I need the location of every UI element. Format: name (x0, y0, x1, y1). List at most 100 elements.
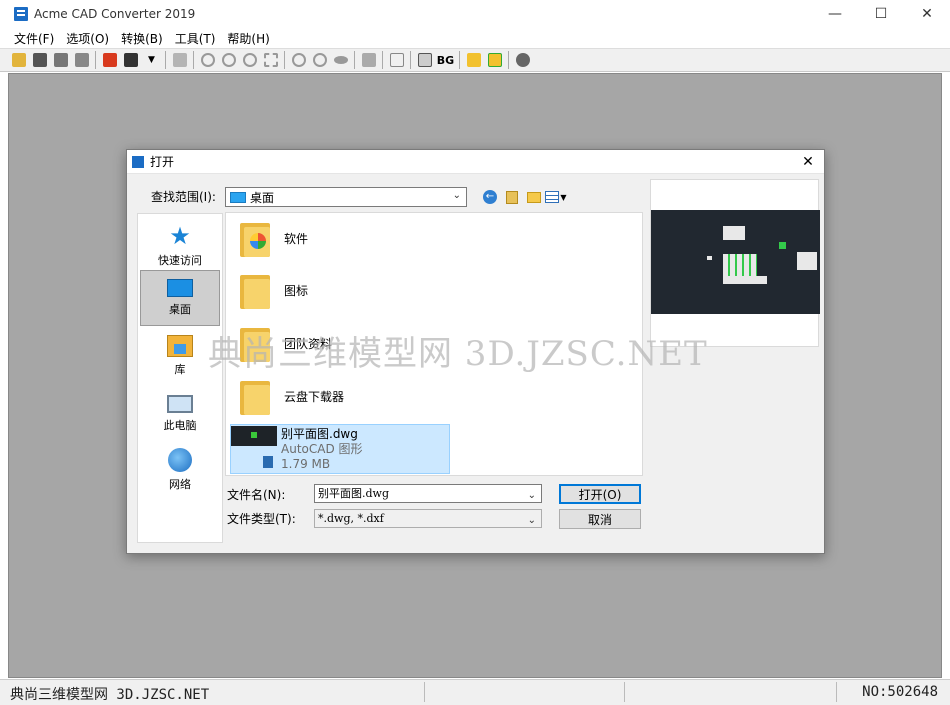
list-item[interactable]: 图标 (232, 265, 450, 315)
chevron-down-icon: ⌄ (527, 515, 536, 526)
file-name: 别平面图.dwg (281, 426, 358, 441)
convert-button[interactable] (99, 50, 120, 70)
info-icon (515, 53, 530, 67)
chevron-down-icon: ▼ (148, 55, 155, 65)
place-network[interactable]: 网络 (140, 442, 220, 498)
dialog-title: 打开 (150, 155, 175, 169)
window-title: Acme CAD Converter 2019 (34, 7, 196, 21)
batch-convert-button[interactable] (120, 50, 141, 70)
zoom-window-button[interactable] (260, 50, 281, 70)
minimize-button[interactable]: — (812, 0, 858, 28)
view-menu-button[interactable]: ▼ (545, 188, 567, 206)
file-name: 软件 (284, 231, 309, 246)
up-folder-button[interactable] (501, 188, 523, 206)
file-type-select[interactable]: *.dwg, *.dxf ⌄ (314, 509, 542, 528)
batch-convert-icon (123, 53, 138, 67)
chevron-down-icon: ⌄ (527, 490, 536, 501)
preview-shape (723, 254, 757, 276)
toolbar-divider (410, 51, 411, 69)
file-name-input[interactable]: 别平面图.dwg ⌄ (314, 484, 542, 503)
place-quick-access[interactable]: ★ 快速访问 (140, 218, 220, 274)
hand-icon (361, 53, 376, 67)
file-type: AutoCAD 图形 (281, 441, 363, 456)
chevron-down-icon: ⌄ (452, 190, 461, 201)
back-arrow-icon: ← (483, 190, 497, 204)
zoom-out-button[interactable] (239, 50, 260, 70)
warning-icon (466, 53, 481, 67)
file-name-value: 别平面图.dwg (318, 487, 389, 500)
chevron-down-icon: ▼ (560, 192, 567, 202)
maximize-button[interactable]: ☐ (858, 0, 904, 28)
list-item[interactable]: 云盘下载器 (232, 371, 450, 421)
cancel-button[interactable]: 取消 (559, 509, 641, 529)
close-button[interactable]: ✕ (904, 0, 950, 28)
drawing-preview (650, 179, 820, 347)
print-icon (172, 53, 187, 67)
list-item-selected[interactable]: 别平面图.dwg AutoCAD 图形 1.79 MB (230, 424, 450, 474)
eye-icon (333, 56, 348, 64)
pan-hand-button[interactable] (358, 50, 379, 70)
batch-button[interactable] (71, 50, 92, 70)
preview-shape (797, 252, 817, 270)
preview-shape (723, 226, 745, 240)
black-white-button[interactable] (414, 50, 435, 70)
status-bar: 典尚三维模型网 3D.JZSC.NET NO:502648 (0, 679, 950, 705)
view-menu-icon (545, 191, 560, 203)
layers-button[interactable] (386, 50, 407, 70)
places-bar: ★ 快速访问 桌面 库 此电脑 网络 (137, 213, 223, 543)
new-folder-button[interactable] (523, 188, 545, 206)
save-all-button[interactable] (50, 50, 71, 70)
network-icon (168, 448, 192, 472)
save-all-icon (53, 53, 68, 67)
dialog-close-button[interactable]: ✕ (798, 152, 818, 172)
library-icon (167, 335, 193, 357)
app-icon (14, 7, 28, 21)
open-button[interactable]: 打开(O) (559, 484, 641, 504)
open-folder-icon (11, 53, 26, 67)
pan-button[interactable] (330, 50, 351, 70)
list-item[interactable]: 软件 (232, 213, 450, 263)
batch-icon (74, 53, 89, 67)
warning-button[interactable] (463, 50, 484, 70)
status-text-right: NO:502648 (862, 684, 938, 700)
background-button[interactable]: BG (435, 50, 456, 70)
place-label: 桌面 (169, 303, 191, 316)
status-divider (836, 682, 837, 702)
zoom-extents-icon (291, 53, 306, 67)
back-button[interactable]: ← (479, 188, 501, 206)
look-in-label: 查找范围(I): (151, 190, 216, 204)
toolbar-divider (193, 51, 194, 69)
dialog-app-icon (132, 155, 144, 168)
zoom-extents-button[interactable] (288, 50, 309, 70)
zoom-in-button[interactable] (218, 50, 239, 70)
zoom-window-icon (263, 53, 278, 67)
open-file-button[interactable] (8, 50, 29, 70)
bg-label: BG (436, 53, 455, 67)
dwg-file-icon (231, 426, 277, 472)
place-desktop[interactable]: 桌面 (140, 270, 220, 326)
menu-options[interactable]: 选项(O) (60, 30, 115, 47)
about-button[interactable] (512, 50, 533, 70)
print-button[interactable] (169, 50, 190, 70)
dialog-nav-buttons: ← ▼ (479, 188, 567, 206)
folder-icon (240, 271, 270, 309)
desktop-icon (167, 279, 193, 297)
menu-convert[interactable]: 转换(B) (115, 30, 169, 47)
home-button[interactable] (484, 50, 505, 70)
menu-file[interactable]: 文件(F) (8, 30, 60, 47)
zoom-realtime-button[interactable] (309, 50, 330, 70)
look-in-select[interactable]: 桌面 ⌄ (225, 187, 467, 207)
file-type-label: 文件类型(T): (227, 512, 296, 526)
save-button[interactable] (29, 50, 50, 70)
zoom-button[interactable] (197, 50, 218, 70)
menu-help[interactable]: 帮助(H) (221, 30, 275, 47)
preview-shape (707, 256, 712, 260)
menu-tools[interactable]: 工具(T) (169, 30, 222, 47)
file-type-value: *.dwg, *.dxf (318, 512, 384, 525)
preview-shape (779, 242, 786, 249)
status-divider (624, 682, 625, 702)
dropdown-button[interactable]: ▼ (141, 50, 162, 70)
place-this-pc[interactable]: 此电脑 (140, 386, 220, 442)
look-in-value: 桌面 (250, 190, 275, 205)
toolbar-divider (459, 51, 460, 69)
